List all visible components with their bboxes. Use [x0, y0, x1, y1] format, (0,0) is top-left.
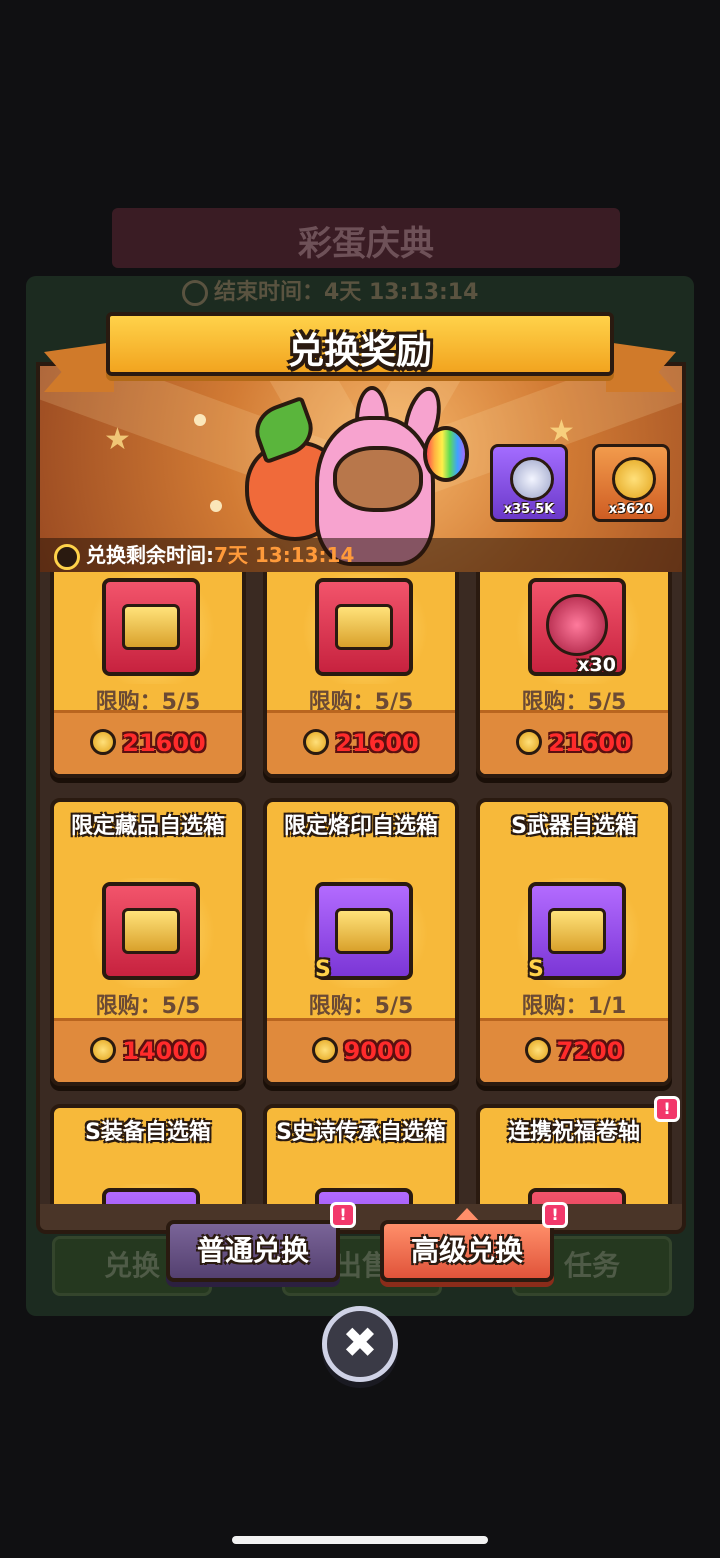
collectible-chest-icon [335, 604, 393, 650]
exchange-card[interactable]: 限购：5/5 21600 [50, 572, 246, 778]
price-button[interactable]: 21600 [480, 710, 668, 774]
gold-rabbit-coin-icon [90, 729, 117, 755]
quantity-badge: x30 [577, 654, 616, 676]
price-value: 9000 [343, 1037, 411, 1065]
new-alert-badge: ! [330, 1202, 356, 1228]
price-value: 7200 [556, 1037, 624, 1065]
price-button[interactable]: 21600 [267, 710, 455, 774]
item-name: 限定烙印自选箱 [283, 814, 438, 839]
item-box [102, 882, 200, 980]
silver-rabbit-coin-icon [510, 457, 554, 501]
ribbon-body: 兑换奖励 [106, 312, 614, 376]
background-end-time: 结束时间：4天 13:13:14 [182, 274, 542, 306]
title-ribbon: 兑换奖励 [44, 312, 676, 392]
item-box [102, 578, 200, 676]
price-value: 21600 [548, 729, 632, 757]
item-name: 连携祝福卷轴 [507, 1120, 640, 1145]
exchange-card[interactable]: S装备自选箱 [50, 1104, 246, 1204]
silver-currency-counter[interactable]: x35.5K [490, 444, 568, 522]
exchange-card[interactable]: S史诗传承自选箱 [263, 1104, 459, 1204]
item-box: x30 [528, 578, 626, 676]
price-button[interactable]: 21600 [54, 710, 242, 774]
gold-rabbit-coin-icon [303, 729, 330, 755]
new-alert-badge: ! [542, 1202, 568, 1228]
tab-advanced-exchange[interactable]: 高级兑换 [380, 1220, 554, 1282]
exchange-card[interactable]: 限定藏品自选箱 限购：5/5 14000 [50, 798, 246, 1086]
limited-brand-chest-icon [335, 908, 393, 954]
price-button[interactable]: 7200 [480, 1018, 668, 1082]
exchange-item-grid[interactable]: 限购：5/5 21600 限购：5/5 21600 x30 限购：5/5 216… [36, 572, 686, 1204]
exchange-timer-label: 兑换剩余时间: [86, 543, 214, 567]
gold-rabbit-coin-icon [524, 1037, 551, 1063]
item-box [528, 1188, 626, 1204]
gold-rabbit-coin-icon [516, 729, 543, 755]
price-value: 14000 [122, 1037, 206, 1065]
purchase-limit: 限购：5/5 [95, 994, 201, 1019]
background-event-banner: 彩蛋庆典 [112, 208, 620, 268]
item-box: S [528, 882, 626, 982]
price-button[interactable]: 9000 [267, 1018, 455, 1082]
item-box [315, 578, 413, 676]
modal-footer [36, 1204, 686, 1234]
exchange-card[interactable]: S武器自选箱 S 限购：1/1 7200 [476, 798, 672, 1086]
stopwatch-icon [54, 543, 80, 570]
silver-currency-amount: x35.5K [503, 502, 555, 517]
exchange-timer-value: 7天 13:13:14 [214, 543, 355, 567]
close-button[interactable]: ✖ [322, 1306, 398, 1382]
exchange-card[interactable]: x30 限购：5/5 21600 [476, 572, 672, 778]
gold-rabbit-coin-icon [612, 457, 656, 501]
capybara-face [333, 446, 423, 512]
item-box [102, 1188, 200, 1204]
item-name: S武器自选箱 [511, 814, 637, 839]
collectible-chest-icon [122, 604, 180, 650]
background-event-title: 彩蛋庆典 [298, 224, 434, 264]
gold-currency-amount: x3620 [608, 502, 654, 517]
price-value: 21600 [335, 729, 419, 757]
rainbow-egg-icon [423, 426, 469, 482]
gold-rabbit-coin-icon [311, 1037, 338, 1063]
rank-s-badge: S [528, 957, 544, 982]
weapon-chest-icon [548, 908, 606, 954]
item-box: S [315, 882, 413, 982]
limited-collectible-chest-icon [122, 908, 180, 954]
stopwatch-icon [182, 280, 208, 306]
purchase-limit: 限购：5/5 [308, 994, 414, 1019]
sparkle-dot [210, 500, 222, 512]
rank-s-badge: S [315, 957, 331, 982]
exchange-card[interactable]: 限定烙印自选箱 S 限购：5/5 9000 [263, 798, 459, 1086]
star-sparkle-icon: ★ [104, 422, 131, 457]
modal-title: 兑换奖励 [287, 331, 432, 372]
new-alert-badge: ! [654, 1096, 680, 1122]
purchase-limit: 限购：1/1 [521, 994, 627, 1019]
home-indicator[interactable] [232, 1536, 488, 1544]
item-name: S史诗传承自选箱 [276, 1120, 446, 1145]
tab-normal-exchange[interactable]: 普通兑换 [166, 1220, 340, 1282]
price-value: 21600 [122, 729, 206, 757]
sparkle-dot [194, 414, 206, 426]
exchange-card[interactable]: 限购：5/5 21600 [263, 572, 459, 778]
gold-currency-counter[interactable]: x3620 [592, 444, 670, 522]
item-name: 限定藏品自选箱 [70, 814, 225, 839]
item-box [315, 1188, 413, 1204]
exchange-remaining-time: 兑换剩余时间:7天 13:13:14 [36, 538, 686, 572]
price-button[interactable]: 14000 [54, 1018, 242, 1082]
exchange-card[interactable]: 连携祝福卷轴 [476, 1104, 672, 1204]
gold-rabbit-coin-icon [90, 1037, 117, 1063]
item-name: S装备自选箱 [85, 1120, 211, 1145]
orb-token-icon [546, 594, 608, 656]
